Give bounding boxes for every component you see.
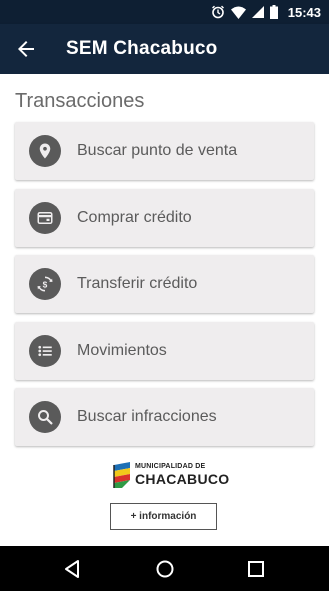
search-icon bbox=[29, 401, 61, 433]
main-content: Transacciones Buscar punto de venta Comp… bbox=[0, 74, 329, 546]
app-bar: SEM Chacabuco bbox=[0, 24, 329, 74]
signal-icon bbox=[251, 6, 264, 18]
app-title: SEM Chacabuco bbox=[66, 38, 218, 59]
menu-item-label: Movimientos bbox=[77, 342, 167, 359]
transfer-icon: $ bbox=[29, 268, 61, 300]
municipality-logo-mark bbox=[113, 462, 130, 488]
more-info-button[interactable]: + información bbox=[110, 503, 217, 530]
menu-item-label: Buscar punto de venta bbox=[77, 142, 238, 159]
logo-line-2: CHACABUCO bbox=[135, 471, 230, 487]
navigation-bar bbox=[0, 546, 329, 591]
menu-item-comprar-credito[interactable]: Comprar crédito bbox=[15, 189, 314, 247]
nav-recents-icon[interactable] bbox=[245, 558, 267, 580]
section-title: Transacciones bbox=[15, 90, 145, 112]
status-bar: 15:43 bbox=[0, 0, 329, 24]
alarm-icon bbox=[211, 5, 224, 19]
menu-item-label: Transferir crédito bbox=[77, 275, 198, 292]
wifi-icon bbox=[230, 6, 246, 19]
menu-item-label: Comprar crédito bbox=[77, 209, 192, 226]
menu-item-label: Buscar infracciones bbox=[77, 408, 217, 425]
wallet-icon bbox=[29, 202, 61, 234]
menu-item-movimientos[interactable]: Movimientos bbox=[15, 322, 314, 380]
menu-item-buscar-infracciones[interactable]: Buscar infracciones bbox=[15, 388, 314, 446]
logo-line-1: MUNICIPALIDAD DE bbox=[135, 463, 206, 470]
status-icons: 15:43 bbox=[211, 0, 321, 24]
battery-icon bbox=[269, 5, 278, 19]
nav-home-icon[interactable] bbox=[154, 558, 176, 580]
arrow-back-icon[interactable] bbox=[14, 37, 38, 61]
menu-item-transferir-credito[interactable]: $ Transferir crédito bbox=[15, 255, 314, 313]
list-icon bbox=[29, 335, 61, 367]
location-pin-icon bbox=[29, 135, 61, 167]
svg-text:$: $ bbox=[43, 279, 48, 289]
status-time: 15:43 bbox=[287, 4, 321, 20]
menu-item-buscar-punto-de-venta[interactable]: Buscar punto de venta bbox=[15, 122, 314, 180]
nav-back-icon[interactable] bbox=[62, 558, 84, 580]
municipality-logo: MUNICIPALIDAD DE CHACABUCO bbox=[112, 462, 229, 490]
